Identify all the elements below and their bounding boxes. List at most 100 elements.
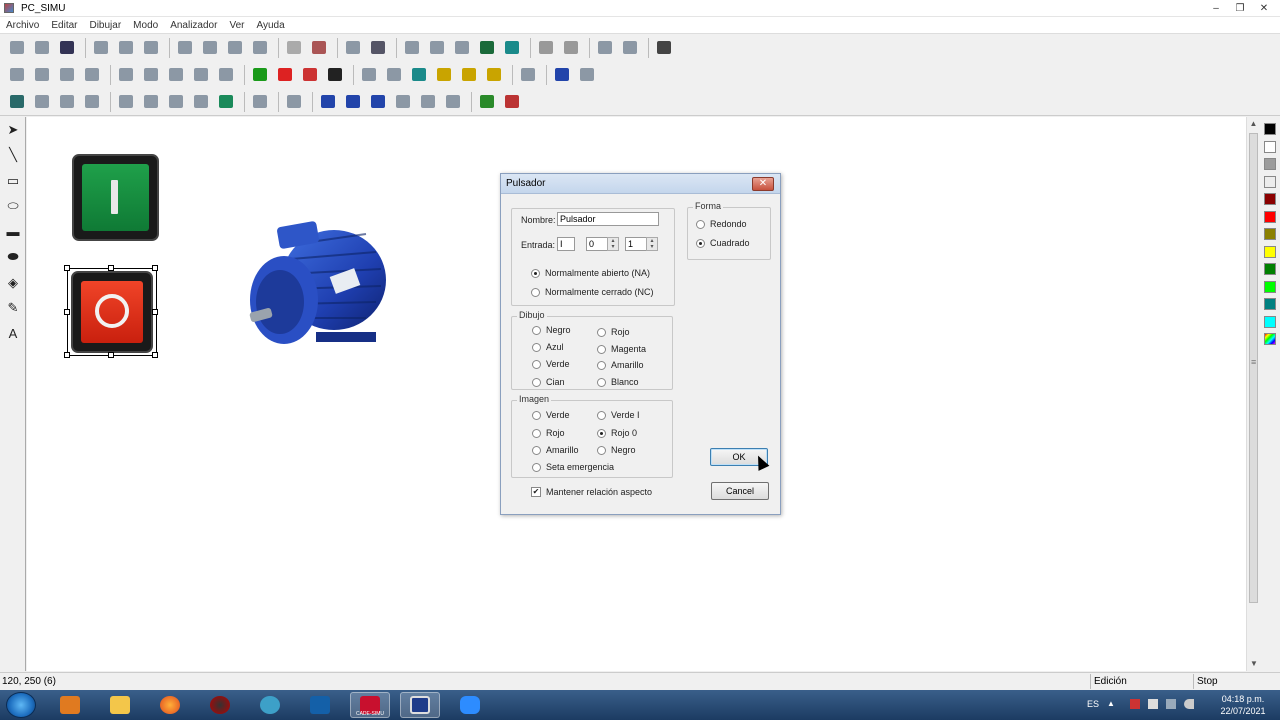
cube-button[interactable] <box>401 37 423 59</box>
pc-simu-taskbar-button[interactable] <box>400 692 440 718</box>
draw-amarillo-radio[interactable]: Amarillo <box>597 360 644 370</box>
color-swatch[interactable] <box>1264 193 1276 205</box>
name-field[interactable]: Pulsador <box>557 212 659 226</box>
copy-button[interactable] <box>115 37 137 59</box>
color-swatch[interactable] <box>1264 298 1276 310</box>
maps-taskbar-button[interactable] <box>250 692 290 718</box>
text-tool-icon[interactable]: A <box>0 321 26 347</box>
contact-no-radio[interactable]: Normalmente abierto (NA) <box>531 268 650 278</box>
menu-modo[interactable]: Modo <box>127 20 164 31</box>
cross-valve-button[interactable] <box>342 91 364 113</box>
capacitor-button[interactable] <box>190 64 212 86</box>
custom-color-icon[interactable] <box>1264 333 1276 345</box>
dots-button[interactable] <box>576 64 598 86</box>
minimize-button[interactable]: – <box>1204 2 1228 16</box>
keep-aspect-checkbox[interactable]: ✔ Mantener relación aspecto <box>531 487 652 497</box>
line-tool-icon[interactable]: ╲ <box>0 143 26 169</box>
color-swatch[interactable] <box>1264 263 1276 275</box>
draw-magenta-radio[interactable]: Magenta <box>597 344 646 354</box>
draw-azul-radio[interactable]: Azul <box>532 342 564 352</box>
explorer-taskbar-button[interactable] <box>100 692 140 718</box>
house-button[interactable] <box>501 91 523 113</box>
img-negro-radio[interactable]: Negro <box>597 445 636 455</box>
clock[interactable]: 04:18 p.m. 22/07/2021 <box>1218 693 1268 717</box>
color-swatch[interactable] <box>1264 315 1276 328</box>
fill-bucket-tool-icon[interactable]: ◈ <box>0 270 26 296</box>
contact-nc-radio[interactable]: Normalmente cerrado (NC) <box>531 287 654 297</box>
input-number-field[interactable]: 1 <box>625 237 647 251</box>
filled-ellipse-tool-icon[interactable]: ⬬ <box>0 245 26 271</box>
electric-motor-image[interactable] <box>246 214 391 360</box>
pen-button[interactable] <box>342 37 364 59</box>
scroll-thumb[interactable] <box>1249 133 1258 603</box>
piston2-button[interactable] <box>140 91 162 113</box>
draw-verde-radio[interactable]: Verde <box>532 359 570 369</box>
stop-button[interactable] <box>560 37 582 59</box>
img-rojo-0-radio[interactable]: Rojo 0 <box>597 428 637 438</box>
vpn-taskbar-button[interactable] <box>300 692 340 718</box>
green-lamp-button[interactable] <box>249 64 271 86</box>
resize-handle[interactable] <box>108 352 114 358</box>
plc-button[interactable] <box>476 37 498 59</box>
arc-button[interactable] <box>56 64 78 86</box>
pointer-tool-icon[interactable]: ➤ <box>0 117 26 143</box>
pipe-button[interactable] <box>383 64 405 86</box>
color-swatch[interactable] <box>1264 175 1276 188</box>
brush-tool-icon[interactable]: ✎ <box>0 296 26 322</box>
line-button[interactable] <box>442 91 464 113</box>
resize-handle[interactable] <box>64 352 70 358</box>
cade-simu-taskbar-button[interactable]: CADE-SIMU <box>350 692 390 718</box>
sensor-button[interactable] <box>551 64 573 86</box>
grid-button[interactable] <box>283 37 305 59</box>
vertical-scrollbar[interactable]: ▲ ≡ ▼ <box>1246 117 1260 671</box>
red-pushbutton-symbol[interactable] <box>71 271 153 353</box>
printer-button[interactable] <box>367 37 389 59</box>
resize-handle[interactable] <box>64 309 70 315</box>
draw-cian-radio[interactable]: Cian <box>532 377 565 387</box>
input-module-field[interactable]: 0 <box>586 237 608 251</box>
menu-ayuda[interactable]: Ayuda <box>250 20 290 31</box>
resize-handle[interactable] <box>108 265 114 271</box>
color-swatch[interactable] <box>1264 245 1276 258</box>
cut-button[interactable] <box>90 37 112 59</box>
hatch-button[interactable] <box>417 91 439 113</box>
scroll-down-icon[interactable]: ▼ <box>1247 657 1261 671</box>
green-pushbutton-symbol[interactable] <box>72 154 159 241</box>
piston-button[interactable] <box>115 91 137 113</box>
draw-negro-radio[interactable]: Negro <box>532 325 571 335</box>
volume-icon[interactable] <box>1184 699 1194 709</box>
play-button[interactable] <box>535 37 557 59</box>
save-button[interactable] <box>56 37 78 59</box>
display-button[interactable] <box>299 64 321 86</box>
transistor-button[interactable] <box>115 64 137 86</box>
img-verde-radio[interactable]: Verde <box>532 410 570 420</box>
ruler-button[interactable] <box>6 64 28 86</box>
number-spinner[interactable]: ▴ ▾ <box>646 237 658 251</box>
dialog-close-button[interactable]: ✕ <box>752 177 774 191</box>
tank-button[interactable] <box>31 91 53 113</box>
fan-button[interactable] <box>165 91 187 113</box>
graph-button[interactable] <box>619 37 641 59</box>
color-swatch[interactable] <box>1264 140 1276 153</box>
ellipse-tool-icon[interactable]: ⬭ <box>0 194 26 220</box>
resize-handle[interactable] <box>64 265 70 271</box>
img-verde-i-radio[interactable]: Verde I <box>597 410 640 420</box>
shape-round-radio[interactable]: Redondo <box>696 219 747 229</box>
module-button[interactable] <box>426 37 448 59</box>
new-file-button[interactable] <box>6 37 28 59</box>
cancel-button[interactable]: Cancel <box>711 482 769 500</box>
restore-button[interactable]: ❐ <box>1228 2 1252 16</box>
color-swatch[interactable] <box>1264 280 1276 293</box>
menu-editar[interactable]: Editar <box>45 20 83 31</box>
arduino-button[interactable] <box>501 37 523 59</box>
valve-button[interactable] <box>81 91 103 113</box>
bar-button[interactable] <box>367 91 389 113</box>
undo-button[interactable] <box>174 37 196 59</box>
tower-button[interactable] <box>190 91 212 113</box>
start-button[interactable] <box>6 692 36 718</box>
zoom-taskbar-button[interactable] <box>450 692 490 718</box>
network-icon[interactable] <box>1166 699 1176 709</box>
color-swatch[interactable] <box>1264 210 1276 223</box>
cross-button[interactable] <box>81 64 103 86</box>
meter-button[interactable] <box>215 64 237 86</box>
